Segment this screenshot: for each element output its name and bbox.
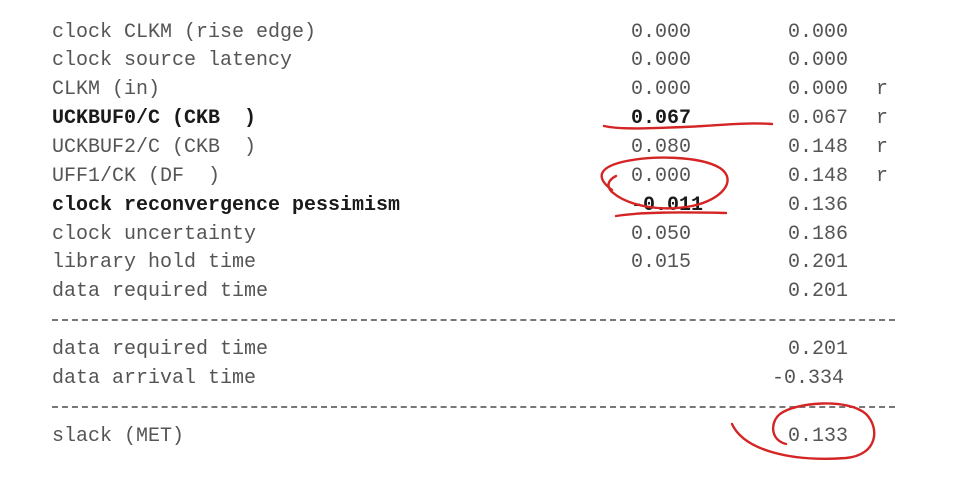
row-flag: r: [876, 165, 889, 188]
summary-value: -0.334: [772, 367, 845, 390]
report-row: data required time 0.201: [0, 278, 980, 306]
row-path: 0.000: [788, 21, 849, 44]
separator-line: [52, 406, 895, 408]
row-label: UFF1/CK (DF ): [52, 165, 221, 188]
row-label: clock uncertainty: [52, 223, 257, 246]
summary-label: data arrival time: [52, 367, 257, 390]
row-path: 0.136: [788, 194, 849, 217]
row-incr: 0.015: [631, 251, 692, 274]
row-label: CLKM (in): [52, 78, 161, 101]
summary-value: 0.201: [788, 338, 849, 361]
report-row: clock reconvergence pessimism -0.011 0.1…: [0, 192, 980, 220]
row-path: 0.000: [788, 49, 849, 72]
row-label: data required time: [52, 280, 269, 303]
row-flag: r: [876, 136, 889, 159]
report-row: UCKBUF2/C (CKB ) 0.080 0.148 r: [0, 134, 980, 162]
separator-line: [52, 319, 895, 321]
row-incr: 0.000: [631, 165, 692, 188]
row-label: library hold time: [52, 251, 257, 274]
row-incr: 0.050: [631, 223, 692, 246]
report-row: clock source latency 0.000 0.000: [0, 47, 980, 75]
slack-value: 0.133: [788, 425, 849, 448]
report-row: clock uncertainty 0.050 0.186: [0, 221, 980, 249]
report-row: UFF1/CK (DF ) 0.000 0.148 r: [0, 163, 980, 191]
row-incr: 0.000: [631, 21, 692, 44]
report-row: library hold time 0.015 0.201: [0, 249, 980, 277]
row-path: 0.186: [788, 223, 849, 246]
slack-row: slack (MET) 0.133: [0, 423, 980, 451]
row-incr: 0.000: [631, 49, 692, 72]
slack-label: slack (MET): [52, 425, 185, 448]
row-path: 0.201: [788, 251, 849, 274]
row-path: 0.201: [788, 280, 849, 303]
row-incr: 0.067: [631, 107, 692, 130]
row-label: UCKBUF0/C (CKB ): [52, 107, 257, 130]
row-flag: r: [876, 107, 889, 130]
summary-row: data arrival time -0.334: [0, 365, 980, 393]
row-label: UCKBUF2/C (CKB ): [52, 136, 257, 159]
row-label: clock source latency: [52, 49, 293, 72]
row-label: clock CLKM (rise edge): [52, 21, 317, 44]
row-path: 0.000: [788, 78, 849, 101]
row-flag: r: [876, 78, 889, 101]
row-incr: 0.080: [631, 136, 692, 159]
row-label: clock reconvergence pessimism: [52, 194, 401, 217]
row-path: 0.067: [788, 107, 849, 130]
summary-row: data required time 0.201: [0, 336, 980, 364]
report-row: UCKBUF0/C (CKB ) 0.067 0.067 r: [0, 105, 980, 133]
report-row: clock CLKM (rise edge) 0.000 0.000: [0, 19, 980, 47]
report-row: CLKM (in) 0.000 0.000 r: [0, 76, 980, 104]
summary-label: data required time: [52, 338, 269, 361]
row-incr: -0.011: [631, 194, 704, 217]
row-incr: 0.000: [631, 78, 692, 101]
row-path: 0.148: [788, 136, 849, 159]
row-path: 0.148: [788, 165, 849, 188]
timing-report: clock CLKM (rise edge) 0.000 0.000 clock…: [0, 0, 980, 481]
